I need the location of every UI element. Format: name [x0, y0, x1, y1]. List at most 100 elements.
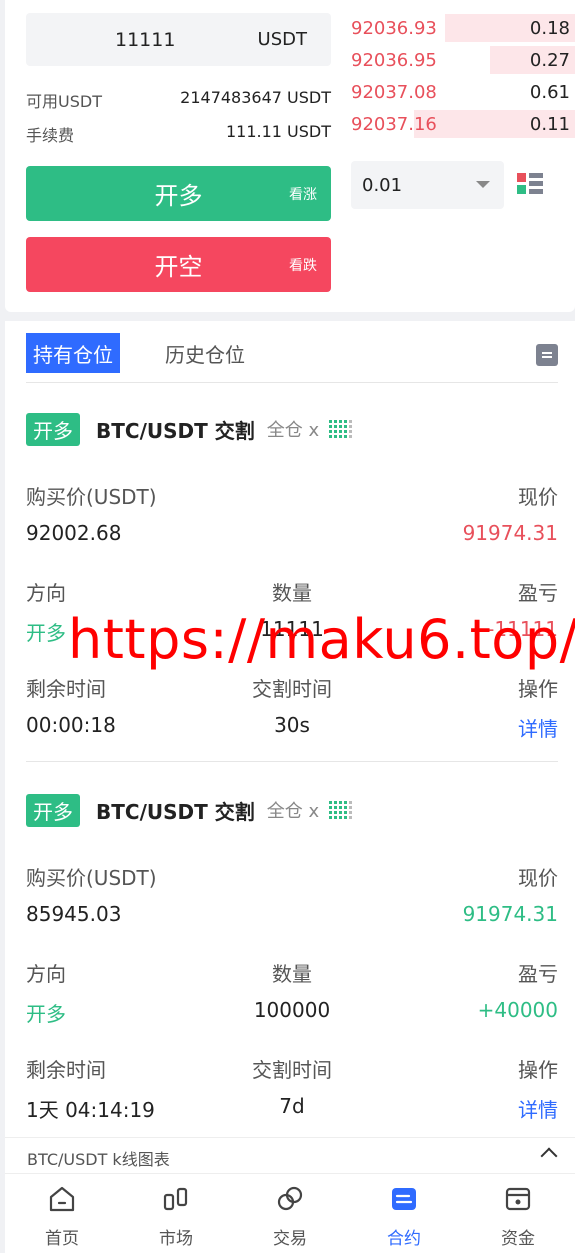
- leverage-icon: [329, 799, 353, 821]
- fee-value: 111.11 USDT: [225, 122, 331, 141]
- tab-trade-label: 交易: [273, 1229, 307, 1249]
- tab-market-label: 市场: [159, 1229, 193, 1249]
- ask-row[interactable]: 92037.08 0.61: [351, 76, 575, 108]
- open-short-label: 开空: [154, 253, 203, 281]
- list-menu-icon[interactable]: [536, 344, 558, 366]
- delivery-label: 交割时间: [252, 677, 332, 701]
- trade-icon: [277, 1186, 303, 1211]
- watermark-text: https://maku6.top/: [68, 608, 575, 671]
- tab-wallet[interactable]: 资金: [461, 1174, 575, 1253]
- tab-trade[interactable]: 交易: [233, 1174, 347, 1253]
- tab-contract-label: 合约: [387, 1229, 421, 1249]
- bullish-label: 看涨: [289, 186, 317, 203]
- pnl-label: 盈亏: [518, 581, 558, 605]
- pnl-value: +40000: [477, 998, 558, 1022]
- pnl-label: 盈亏: [518, 962, 558, 986]
- open-long-label: 开多: [154, 182, 203, 210]
- current-price-value: 91974.31: [462, 902, 558, 926]
- delivery-value: 30s: [274, 713, 310, 737]
- ask-row[interactable]: 92036.93 0.18: [351, 12, 575, 44]
- chevron-down-icon: [476, 181, 490, 188]
- positions-panel: 持有仓位 历史仓位 开多 BTC/USDT 交割 全仓 x 购买价(USDT) …: [5, 321, 575, 1171]
- details-link[interactable]: 详情: [518, 1094, 558, 1123]
- depth-precision-select[interactable]: 0.01: [351, 161, 504, 209]
- price-value-row: 92002.68 91974.31: [26, 513, 558, 553]
- buy-price-label: 购买价(USDT): [26, 866, 157, 890]
- margin-mode: 全仓 x: [266, 801, 320, 822]
- buy-price-value: 92002.68: [26, 521, 122, 545]
- buy-price-label: 购买价(USDT): [26, 485, 157, 509]
- time-value-row: 00:00:18 30s 详情: [26, 705, 558, 745]
- position-card: 开多 BTC/USDT 交割 全仓 x 购买价(USDT) 现价 85945.0…: [26, 792, 558, 1126]
- available-value: 2147483647 USDT: [180, 88, 331, 107]
- kline-chart-toggle[interactable]: BTC/USDT k线图表: [5, 1137, 575, 1173]
- leverage-icon: [329, 418, 353, 440]
- tab-wallet-label: 资金: [501, 1229, 535, 1249]
- amount-value[interactable]: 11111: [115, 29, 175, 51]
- divider: [26, 761, 558, 762]
- ask-price: 92036.93: [351, 17, 437, 39]
- order-book: 92036.93 0.18 92036.95 0.27 92037.08 0.6…: [351, 12, 575, 140]
- ask-row[interactable]: 92037.16 0.11: [351, 108, 575, 140]
- quantity-value: 100000: [253, 998, 331, 1022]
- detail-label-row: 方向 数量 盈亏: [26, 950, 558, 990]
- order-panel: 11111 USDT 可用USDT 2147483647 USDT 手续费 11…: [5, 0, 575, 312]
- delivery-label: 交割时间: [252, 1058, 332, 1082]
- quantity-label: 数量: [272, 962, 312, 986]
- fee-label: 手续费: [26, 126, 75, 145]
- ask-price: 92036.95: [351, 49, 437, 71]
- amount-unit: USDT: [257, 29, 307, 50]
- position-card: 开多 BTC/USDT 交割 全仓 x 购买价(USDT) 现价 92002.6…: [26, 411, 558, 745]
- pair-label: BTC/USDT 交割: [96, 418, 255, 443]
- ask-qty: 0.18: [529, 17, 570, 39]
- action-label: 操作: [518, 677, 558, 701]
- tab-home-label: 首页: [45, 1229, 79, 1249]
- remaining-label: 剩余时间: [26, 1058, 106, 1082]
- positions-tabs: 持有仓位 历史仓位: [26, 333, 558, 383]
- ask-price: 92037.16: [351, 113, 437, 135]
- kline-label: BTC/USDT k线图表: [27, 1150, 170, 1169]
- tab-contract[interactable]: 合约: [347, 1174, 461, 1253]
- price-label-row: 购买价(USDT) 现价: [26, 473, 558, 513]
- position-header: 开多 BTC/USDT 交割 全仓 x: [26, 411, 558, 447]
- pair-label: BTC/USDT 交割: [96, 799, 255, 824]
- price-label-row: 购买价(USDT) 现价: [26, 854, 558, 894]
- contract-icon: [392, 1188, 416, 1210]
- price-value-row: 85945.03 91974.31: [26, 894, 558, 934]
- ask-price: 92037.08: [351, 81, 437, 103]
- chevron-up-icon[interactable]: [540, 1147, 558, 1165]
- detail-label-row: 方向 数量 盈亏: [26, 569, 558, 609]
- current-price-value: 91974.31: [462, 521, 558, 545]
- tab-market[interactable]: 市场: [119, 1174, 233, 1253]
- amount-input[interactable]: 11111 USDT: [26, 13, 331, 66]
- bottom-tab-bar: 首页 市场 交易 合约 资金: [5, 1173, 575, 1253]
- ask-row[interactable]: 92036.95 0.27: [351, 44, 575, 76]
- tab-open-positions[interactable]: 持有仓位: [26, 333, 120, 373]
- action-label: 操作: [518, 1058, 558, 1082]
- ask-qty: 0.27: [529, 49, 570, 71]
- tab-home[interactable]: 首页: [5, 1174, 119, 1253]
- position-header: 开多 BTC/USDT 交割 全仓 x: [26, 792, 558, 828]
- details-link[interactable]: 详情: [518, 713, 558, 742]
- direction-badge: 开多: [26, 793, 80, 827]
- direction-badge: 开多: [26, 412, 80, 446]
- buy-price-value: 85945.03: [26, 902, 122, 926]
- current-price-label: 现价: [518, 485, 558, 509]
- time-label-row: 剩余时间 交割时间 操作: [26, 665, 558, 705]
- detail-value-row: 开多 100000 +40000: [26, 990, 558, 1030]
- margin-mode: 全仓 x: [266, 420, 320, 441]
- time-value-row: 1天 04:14:19 7d 详情: [26, 1086, 558, 1126]
- available-label: 可用USDT: [26, 92, 102, 111]
- home-icon: [49, 1186, 75, 1212]
- open-long-button[interactable]: 开多 看涨: [26, 166, 331, 221]
- remaining-label: 剩余时间: [26, 677, 106, 701]
- available-row: 可用USDT 2147483647 USDT: [26, 88, 331, 112]
- ask-qty: 0.61: [529, 81, 570, 103]
- current-price-label: 现价: [518, 866, 558, 890]
- delivery-value: 7d: [279, 1094, 305, 1118]
- book-layout-icon[interactable]: [517, 173, 543, 195]
- direction-label: 方向: [26, 962, 66, 986]
- tab-history-positions[interactable]: 历史仓位: [158, 333, 252, 373]
- fee-row: 手续费 111.11 USDT: [26, 122, 331, 146]
- open-short-button[interactable]: 开空 看跌: [26, 237, 331, 292]
